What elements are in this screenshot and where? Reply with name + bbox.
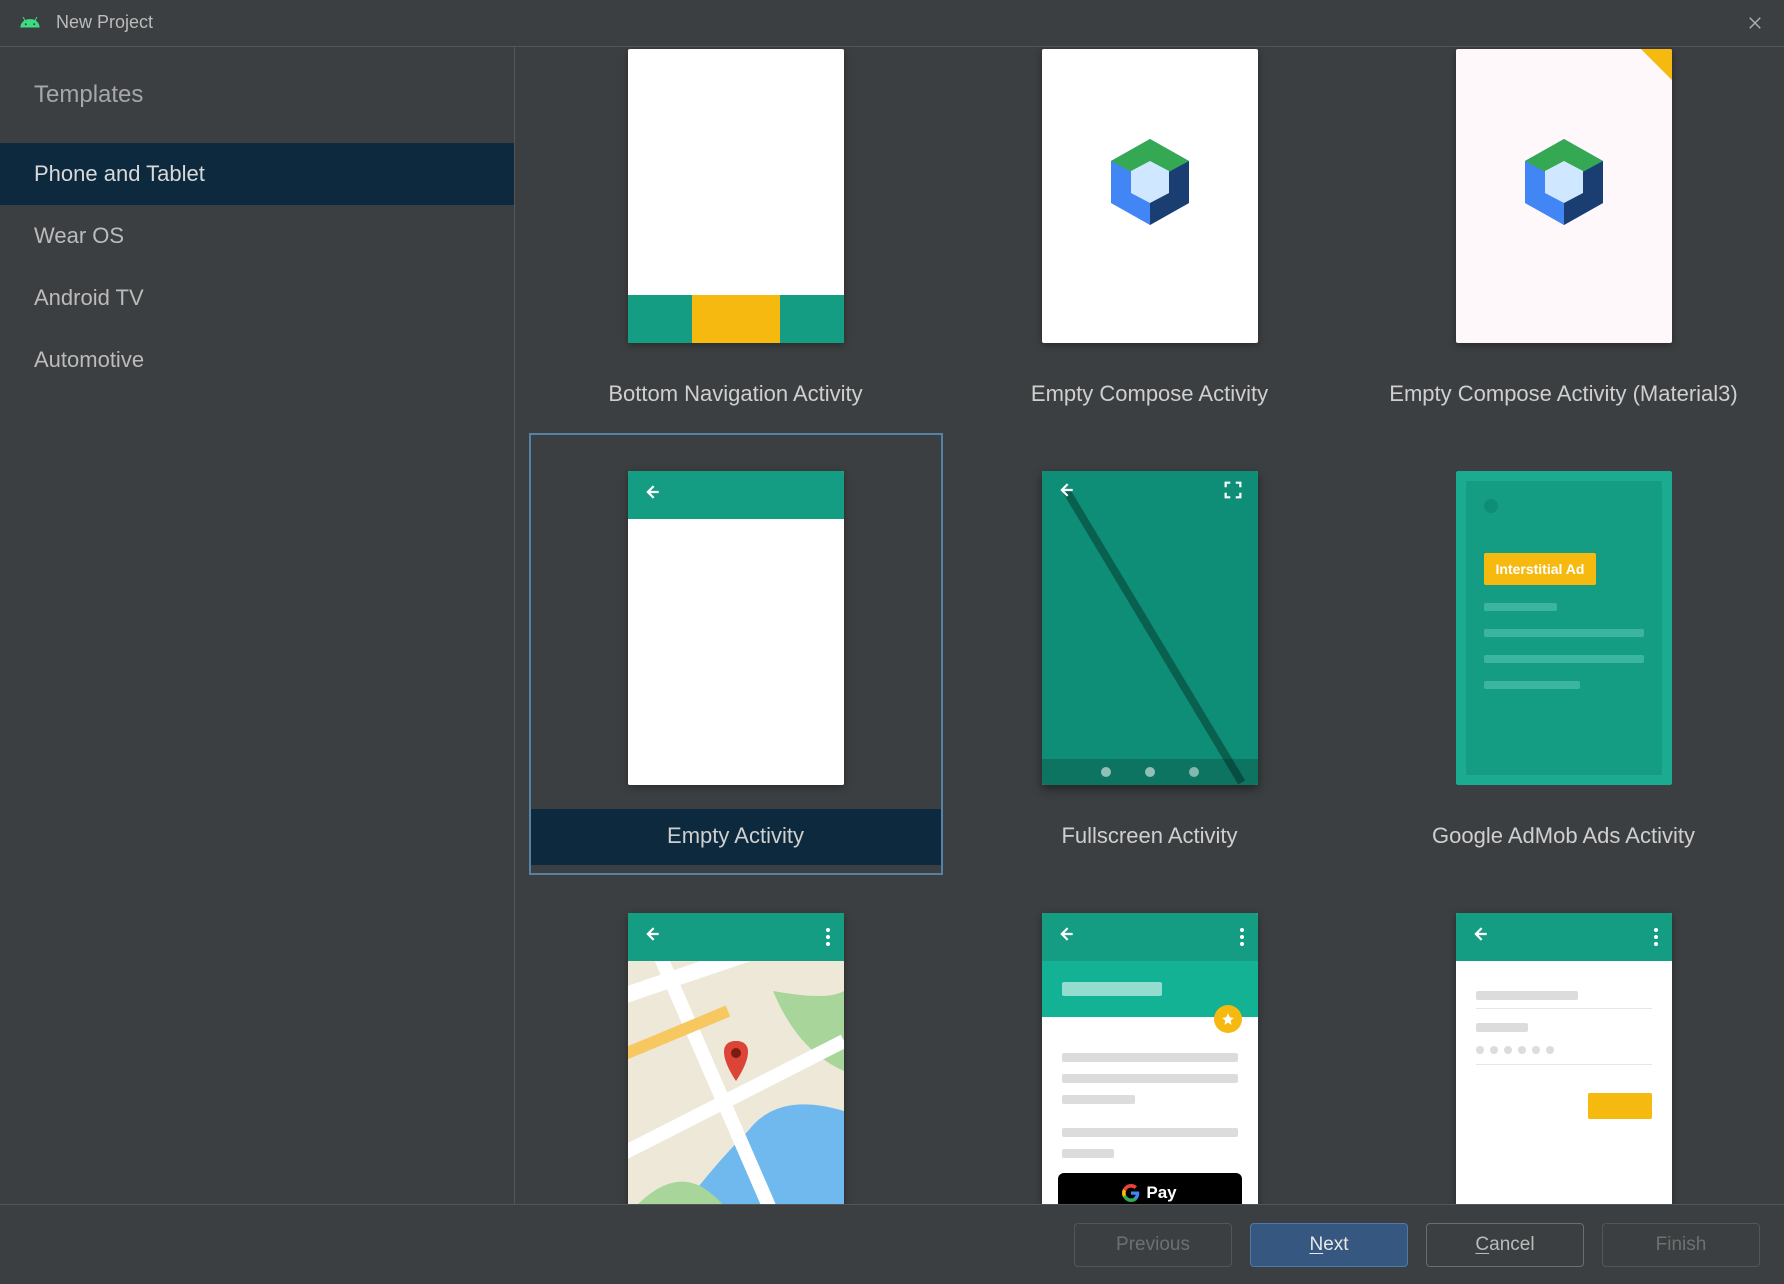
thumbnail	[1042, 471, 1258, 785]
template-label: Google AdMob Ads Activity	[1359, 809, 1769, 865]
template-google-admob-ads-activity[interactable]: Interstitial Ad Google AdMob Ads Activit…	[1357, 433, 1771, 875]
google-pay-label: Pay	[1146, 1183, 1176, 1203]
cancel-button[interactable]: Cancel	[1426, 1223, 1584, 1267]
template-label: Fullscreen Activity	[945, 809, 1355, 865]
back-arrow-icon	[1470, 924, 1490, 949]
template-label: Empty Compose Activity	[945, 367, 1355, 423]
sidebar-item-phone-and-tablet[interactable]: Phone and Tablet	[0, 143, 514, 205]
next-button[interactable]: Next	[1250, 1223, 1408, 1267]
back-arrow-icon	[1056, 924, 1076, 949]
close-button[interactable]	[1740, 8, 1770, 38]
fullscreen-icon	[1222, 479, 1244, 506]
template-label: Empty Compose Activity (Material3)	[1359, 367, 1769, 423]
overflow-menu-icon	[1240, 928, 1244, 946]
next-mnemonic: N	[1309, 1234, 1323, 1255]
thumbnail	[628, 49, 844, 343]
template-login-activity[interactable]: Login Activity	[1357, 875, 1771, 1204]
template-google-pay-activity[interactable]: Pay Google Pay Activity	[943, 875, 1357, 1204]
template-bottom-navigation-activity[interactable]: Bottom Navigation Activity	[529, 47, 943, 433]
window-title: New Project	[56, 12, 153, 33]
back-arrow-icon	[1056, 480, 1076, 505]
android-icon	[18, 11, 42, 35]
sidebar: Templates Phone and Tablet Wear OS Andro…	[0, 47, 515, 1204]
google-g-icon	[1122, 1184, 1140, 1202]
thumbnail	[628, 471, 844, 785]
template-empty-activity[interactable]: Empty Activity	[529, 433, 943, 875]
wizard-footer: Previous Next Cancel Finish	[0, 1205, 1784, 1284]
thumbnail: Pay	[1042, 913, 1258, 1204]
template-fullscreen-activity[interactable]: Fullscreen Activity	[943, 433, 1357, 875]
login-submit-placeholder	[1588, 1093, 1652, 1119]
jetpack-compose-icon	[1111, 139, 1189, 230]
overflow-menu-icon	[826, 928, 830, 946]
close-icon	[1746, 14, 1764, 32]
interstitial-ad-badge: Interstitial Ad	[1484, 553, 1597, 585]
template-label: Bottom Navigation Activity	[531, 367, 941, 423]
google-pay-button: Pay	[1058, 1173, 1242, 1204]
jetpack-compose-icon	[1525, 139, 1603, 230]
sidebar-heading: Templates	[0, 81, 514, 143]
cancel-mnemonic: C	[1475, 1234, 1489, 1255]
back-arrow-icon	[642, 924, 662, 949]
sidebar-item-automotive[interactable]: Automotive	[0, 329, 514, 391]
title-bar: New Project	[0, 0, 1784, 47]
back-arrow-icon	[642, 482, 662, 507]
thumbnail: Interstitial Ad	[1456, 471, 1672, 785]
overflow-menu-icon	[1654, 928, 1658, 946]
star-fab-icon	[1214, 1005, 1242, 1033]
thumbnail	[628, 913, 844, 1204]
new-ribbon-icon	[1640, 49, 1671, 80]
template-empty-compose-activity-material3[interactable]: Empty Compose Activity (Material3)	[1357, 47, 1771, 433]
main-area: Templates Phone and Tablet Wear OS Andro…	[0, 47, 1784, 1205]
finish-button[interactable]: Finish	[1602, 1223, 1760, 1267]
template-gallery: Bottom Navigation Activity Empty Compose…	[515, 47, 1784, 1204]
thumbnail	[1042, 49, 1258, 343]
sidebar-item-android-tv[interactable]: Android TV	[0, 267, 514, 329]
previous-button[interactable]: Previous	[1074, 1223, 1232, 1267]
template-google-maps-activity[interactable]: Google Maps Activity	[529, 875, 943, 1204]
template-label: Empty Activity	[531, 809, 941, 865]
template-empty-compose-activity[interactable]: Empty Compose Activity	[943, 47, 1357, 433]
thumbnail	[1456, 913, 1672, 1204]
sidebar-item-wear-os[interactable]: Wear OS	[0, 205, 514, 267]
thumbnail	[1456, 49, 1672, 343]
